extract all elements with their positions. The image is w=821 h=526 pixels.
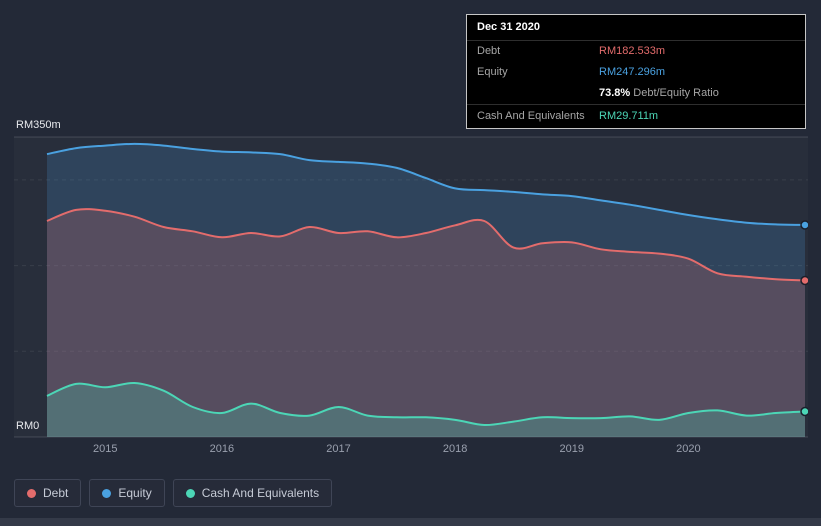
tooltip-equity-row: Equity RM247.296m [467,62,805,83]
tooltip-ratio-row: 73.8% Debt/Equity Ratio [467,83,805,104]
debt-equity-area-chart[interactable] [14,127,808,449]
legend-item-label: Equity [118,486,152,500]
tooltip-date: Dec 31 2020 [467,15,805,41]
equity-end-marker [800,220,808,230]
x-tick-2016: 2016 [209,443,235,455]
x-tick-2019: 2019 [559,443,585,455]
tooltip-equity-value: RM247.296m [599,66,666,78]
tooltip-ratio-label: Debt/Equity Ratio [633,87,719,99]
cash-and-equivalents-end-marker [800,406,808,417]
chart-legend: Debt Equity Cash And Equivalents [14,479,333,507]
x-tick-2015: 2015 [93,443,118,455]
legend-item-equity[interactable]: Equity [89,479,165,507]
debt-legend-dot-icon [27,488,36,498]
cash-and-equivalents-legend-dot-icon [185,488,195,498]
tooltip-cash-label: Cash And Equivalents [477,110,585,122]
tooltip-ratio: 73.8% Debt/Equity Ratio [599,86,719,101]
x-tick-2018: 2018 [442,443,468,455]
tooltip-debt-value: RM182.533m [599,45,666,57]
tooltip-debt-row: Debt RM182.533m [467,41,805,62]
tooltip-ratio-value: 73.8% [599,87,631,99]
x-axis: 2015 2016 2017 2018 2019 2020 [0,443,821,457]
equity-legend-dot-icon [102,488,112,498]
tooltip-debt-label: Debt [477,45,501,57]
chart-tooltip: Dec 31 2020 Debt RM182.533m Equity RM247… [466,14,806,129]
tooltip-cash-value: RM29.711m [599,110,659,122]
x-tick-2017: 2017 [326,443,351,455]
legend-item-label: Cash And Equivalents [201,486,320,500]
legend-item-debt[interactable]: Debt [14,479,82,507]
x-tick-2020: 2020 [676,443,701,455]
debt-equity-chart-panel: RM350m RM0 201520162017201820192020 Dec … [0,0,821,526]
legend-item-cash-and-equivalents[interactable]: Cash And Equivalents [172,479,333,507]
debt-end-marker [800,275,808,286]
tooltip-cash-row: Cash And Equivalents RM29.711m [467,104,805,128]
legend-item-label: Debt [43,486,69,500]
bottom-scrollbar[interactable] [0,518,821,526]
tooltip-equity-label: Equity [477,66,508,78]
